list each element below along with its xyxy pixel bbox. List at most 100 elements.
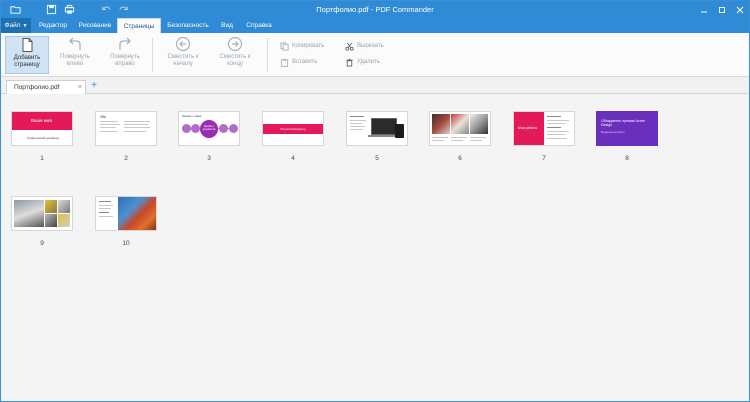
page-preview [346, 111, 408, 146]
ribbon-separator [267, 38, 268, 72]
save-button[interactable] [41, 1, 61, 18]
photo-image [58, 214, 70, 227]
arrow-left-circle-icon [175, 36, 191, 52]
text-line [432, 137, 448, 138]
page-title-text: Начало с нами [182, 114, 202, 118]
page-title-text: Ваше имя [31, 118, 52, 123]
page-preview [95, 196, 157, 231]
page-number: 7 [542, 155, 546, 162]
photo-image [45, 214, 57, 227]
print-button[interactable] [59, 1, 79, 18]
circle-node [229, 124, 238, 133]
tab-view[interactable]: Вид [214, 18, 240, 33]
bridge-photo [118, 197, 156, 230]
ribbon-tab-bar: Файл ▼ Редактор Рисование Страницы Безоп… [1, 18, 749, 34]
app-window: Портфолио.pdf - PDF Commander Файл ▼ Ред… [0, 0, 750, 402]
circle-node [191, 124, 200, 133]
page-preview: Мои работы [513, 111, 575, 146]
photo-image [470, 114, 488, 134]
text-line [547, 127, 561, 128]
page-preview: Physical Designing [262, 111, 324, 146]
add-tab-button[interactable]: + [89, 80, 99, 93]
minimize-icon [701, 11, 707, 12]
delete-label: Удалить [357, 59, 380, 65]
page-title-text: Physical Designing [280, 127, 306, 131]
copy-icon [280, 41, 289, 51]
text-line [350, 116, 364, 117]
cut-label: Вырезать [357, 43, 384, 49]
rotate-left-label-2: влево [66, 60, 84, 67]
maximize-icon [719, 6, 725, 13]
photo-image [432, 114, 450, 134]
text-line [432, 140, 444, 141]
maximize-button[interactable] [713, 1, 731, 18]
print-icon [64, 4, 74, 14]
page-subtitle-text: Выдающиеся работы [601, 131, 625, 134]
text-line [100, 121, 118, 122]
tab-help[interactable]: Справка [241, 18, 277, 33]
page-thumbnails-area: Ваше имя Графический дизайнер 1 Обо 2 На… [1, 95, 749, 401]
ribbon-panel: Добавить страницу Повернуть влево Поверн… [1, 33, 749, 77]
page-number: 10 [122, 240, 130, 247]
paste-button[interactable]: Вставить [280, 56, 317, 68]
delete-button[interactable]: Удалить [345, 56, 380, 68]
phone-image [395, 124, 404, 138]
page-number: 1 [40, 155, 44, 162]
scissors-icon [345, 42, 354, 51]
text-line [470, 140, 482, 141]
redo-button[interactable] [113, 1, 133, 18]
circle-node [182, 124, 191, 133]
text-line [350, 123, 362, 124]
text-line [124, 121, 150, 122]
tab-file[interactable]: Файл ▼ [1, 18, 31, 33]
page-number: 8 [625, 155, 629, 162]
text-line [99, 201, 111, 202]
rotate-right-button[interactable]: Повернуть вправо [103, 36, 147, 74]
tab-security[interactable]: Безопасность [162, 18, 214, 33]
text-line [100, 131, 118, 132]
open-folder-button[interactable] [5, 1, 25, 18]
add-page-label-2: страницу [14, 61, 40, 68]
rotate-left-button[interactable]: Повернуть влево [53, 36, 97, 74]
move-to-end-label-2: концу [227, 60, 243, 67]
page-subtitle-text: Графический дизайнер [27, 136, 60, 140]
text-line [100, 127, 116, 128]
title-bar: Портфолио.pdf - PDF Commander [1, 1, 749, 18]
cut-button[interactable]: Вырезать [345, 40, 384, 52]
copy-button[interactable]: Копировать [280, 40, 324, 52]
minimize-button[interactable] [695, 1, 713, 18]
arrow-right-circle-icon [227, 36, 243, 52]
page-preview: Ваше имя Графический дизайнер [11, 111, 73, 146]
page-number: 2 [124, 155, 128, 162]
document-tab-label: Портфолио.pdf [14, 84, 60, 91]
page-number: 4 [291, 155, 295, 162]
text-line [547, 116, 561, 117]
page-preview: Обо [95, 111, 157, 146]
document-tab[interactable]: Портфолио.pdf × [6, 80, 86, 94]
text-line [547, 131, 569, 132]
page-number: 6 [458, 155, 462, 162]
text-line [547, 123, 565, 124]
move-to-start-button[interactable]: Сместить к началу [159, 36, 207, 74]
text-line [350, 126, 365, 127]
page-preview [11, 196, 73, 231]
tab-editor[interactable]: Редактор [33, 18, 73, 33]
close-tab-icon[interactable]: × [78, 81, 82, 94]
circle-node [219, 124, 228, 133]
tab-drawing[interactable]: Рисование [73, 18, 117, 33]
close-window-button[interactable] [731, 1, 749, 18]
file-tab-label: Файл [4, 22, 21, 29]
tab-pages[interactable]: Страницы [117, 18, 161, 34]
photo-image [451, 114, 469, 134]
paste-label: Вставить [292, 59, 318, 65]
save-icon [46, 4, 56, 15]
text-line [99, 205, 113, 206]
move-to-end-button[interactable]: Сместить к концу [211, 36, 259, 74]
page-preview [429, 111, 491, 146]
page-number: 3 [207, 155, 211, 162]
center-text: Дизайн и разработка [202, 125, 216, 131]
open-folder-icon [9, 6, 21, 14]
page-title-text: Обо [100, 115, 107, 119]
add-page-button[interactable]: Добавить страницу [5, 36, 49, 74]
close-icon [736, 6, 744, 13]
